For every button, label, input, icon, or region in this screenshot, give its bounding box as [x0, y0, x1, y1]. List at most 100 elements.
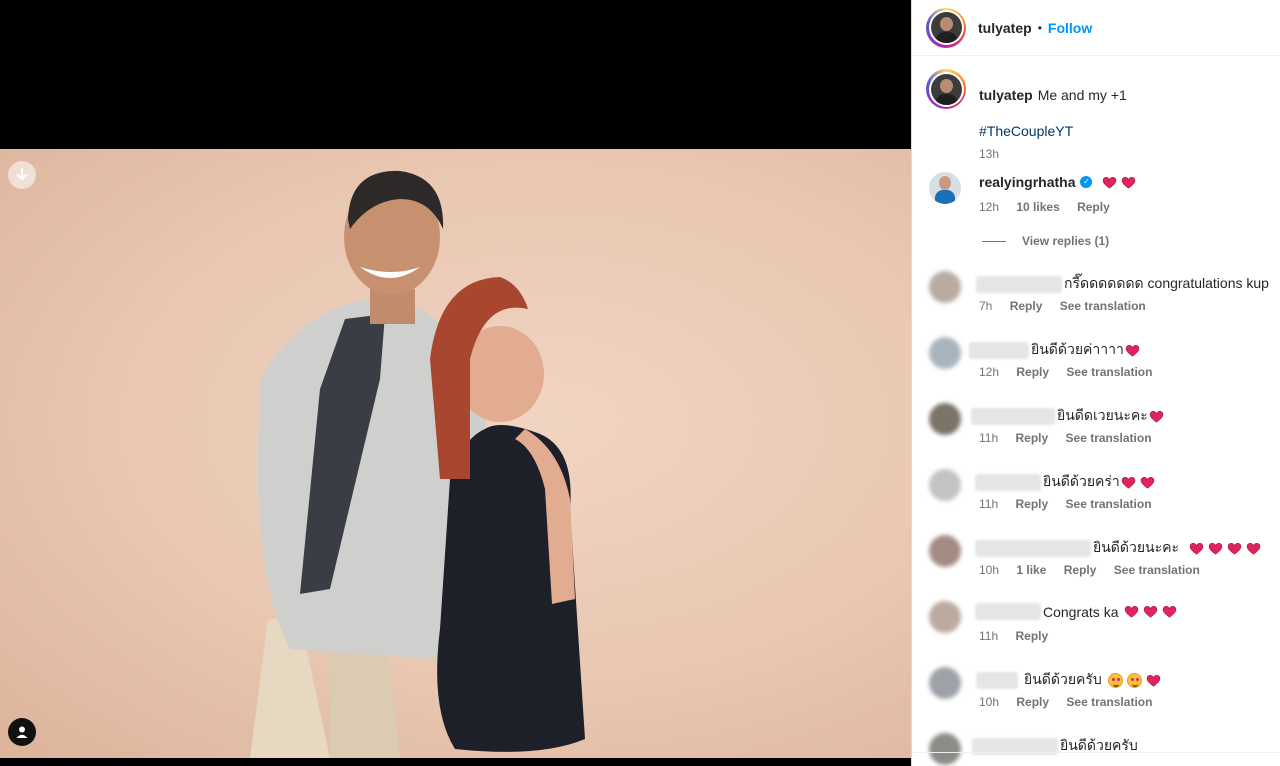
replies-line: [982, 240, 1006, 242]
comment-meta: 10h 1 like Reply See translation: [979, 563, 1214, 577]
commenter-avatar[interactable]: [929, 403, 961, 435]
comment-item: ยินดีด้วยค่าาาา 12h Reply See translatio…: [912, 337, 1280, 399]
see-translation-button[interactable]: See translation: [1114, 563, 1200, 577]
commenter-username[interactable]: [976, 275, 1062, 293]
caption-author-avatar[interactable]: [926, 69, 966, 109]
commenter-avatar[interactable]: [929, 667, 961, 699]
comment-likes-count[interactable]: 1 like: [1016, 563, 1046, 577]
commenter-username[interactable]: [975, 473, 1041, 491]
commenter-username[interactable]: [969, 341, 1029, 359]
comment-meta: 11h Reply See translation: [979, 497, 1166, 511]
red-heart-emoji-icon: [1140, 476, 1155, 488]
comment-meta: 7h Reply See translation: [979, 299, 1160, 313]
featured-comment: realyingrhatha ✓ 12h 10 likes Reply: [912, 172, 1280, 234]
comment-item: ยินดีด้วยคร่า 11h Reply See translation: [912, 469, 1280, 531]
commenter-avatar[interactable]: [929, 601, 961, 633]
reply-button[interactable]: Reply: [1015, 431, 1048, 445]
red-heart-emoji-icon: [1208, 542, 1223, 554]
red-heart-emoji-icon: [1125, 344, 1140, 356]
comment-item: ยินดีด้วยครับ 10h Reply See translation: [912, 667, 1280, 729]
red-heart-emoji-icon: [1163, 606, 1177, 618]
user-icon: [16, 726, 28, 738]
red-heart-emoji-icon: [1246, 542, 1261, 554]
red-heart-emoji-icon: [1149, 410, 1164, 422]
reply-button[interactable]: Reply: [1064, 563, 1097, 577]
commenter-username[interactable]: realyingrhatha: [979, 174, 1075, 190]
comment-timestamp[interactable]: 11h: [979, 431, 998, 445]
see-translation-button[interactable]: See translation: [1066, 497, 1152, 511]
comment-timestamp[interactable]: 11h: [979, 497, 998, 511]
comment-text: ยินดีด้วยครับ: [1024, 671, 1102, 687]
comment-meta: 12h 10 likes Reply: [979, 200, 1124, 214]
commenter-avatar[interactable]: [929, 172, 961, 204]
comment-timestamp[interactable]: 10h: [979, 695, 999, 709]
view-replies-label: View replies (1): [1022, 234, 1110, 248]
comment-meta: 10h Reply See translation: [979, 695, 1166, 709]
comment-timestamp[interactable]: 11h: [979, 629, 998, 643]
comment-text: ยินดีดเวยนะคะ: [1057, 407, 1148, 423]
red-heart-emoji-icon: [1122, 176, 1136, 188]
caption-text: tulyatep Me and my +1: [979, 87, 1127, 103]
commenter-avatar[interactable]: [929, 535, 961, 567]
comment-item: ยินดีดเวยนะคะ 11h Reply See translation: [912, 403, 1280, 465]
reply-button[interactable]: Reply: [1077, 200, 1110, 214]
comment-timestamp[interactable]: 12h: [979, 365, 999, 379]
actions-divider: [912, 752, 1280, 753]
author-avatar[interactable]: [926, 7, 966, 48]
reply-button[interactable]: Reply: [1015, 497, 1048, 511]
comment-timestamp[interactable]: 10h: [979, 563, 999, 577]
comment-meta: 11h Reply See translation: [979, 431, 1166, 445]
comment-timestamp[interactable]: 7h: [979, 299, 992, 313]
red-heart-emoji-icon: [1103, 176, 1117, 188]
commenter-username[interactable]: [975, 603, 1041, 620]
comment-meta: 12h Reply See translation: [979, 365, 1166, 379]
reply-button[interactable]: Reply: [1010, 299, 1043, 313]
view-replies-button[interactable]: View replies (1): [982, 234, 1109, 248]
red-heart-emoji-icon: [1227, 542, 1242, 554]
comments-list[interactable]: tulyatep Me and my +1 #TheCoupleYT 13h re…: [912, 57, 1280, 766]
comment-item: กรี๊ดดดดดดด congratulations kup 7h Reply…: [912, 271, 1280, 333]
comment-item: Congrats ka 11h Reply: [912, 601, 1280, 663]
commenter-avatar[interactable]: [929, 337, 961, 369]
caption-timestamp[interactable]: 13h: [979, 147, 999, 161]
follow-button[interactable]: Follow: [1048, 20, 1092, 36]
comment-text: Congrats ka: [1043, 603, 1119, 620]
reply-button[interactable]: Reply: [1016, 365, 1049, 379]
reply-button[interactable]: Reply: [1016, 695, 1049, 709]
separator-dot: •: [1037, 20, 1042, 35]
see-translation-button[interactable]: See translation: [1066, 695, 1152, 709]
smiling-face-with-hearts-icon: [1107, 672, 1123, 688]
comment-meta: 11h Reply: [979, 629, 1062, 643]
see-translation-button[interactable]: See translation: [1066, 431, 1152, 445]
red-heart-emoji-icon: [1121, 476, 1136, 488]
couple-photo-illustration: [250, 170, 585, 758]
comment-text: กรี๊ดดดดดดด congratulations kup: [1064, 275, 1269, 291]
caption-username[interactable]: tulyatep: [979, 87, 1033, 103]
author-username[interactable]: tulyatep: [978, 20, 1032, 36]
see-translation-button[interactable]: See translation: [1066, 365, 1152, 379]
smiling-face-with-hearts-icon: [1126, 672, 1142, 688]
download-button[interactable]: [8, 161, 36, 189]
tagged-users-button[interactable]: [8, 718, 36, 746]
commenter-username[interactable]: [976, 671, 1018, 689]
commenter-avatar[interactable]: [929, 271, 961, 303]
commenter-username[interactable]: [971, 407, 1055, 425]
commenter-avatar[interactable]: [929, 469, 961, 501]
post-side-panel: tulyatep • Follow tulyatep Me and my +1 #…: [911, 0, 1280, 766]
comment-likes-count[interactable]: 10 likes: [1016, 200, 1059, 214]
verified-badge-icon: ✓: [1080, 176, 1093, 188]
comment-text: ยินดีด้วยครับ: [1060, 737, 1138, 753]
comment-text: ยินดีด้วยคร่า: [1043, 473, 1120, 489]
reply-button[interactable]: Reply: [1015, 629, 1048, 643]
red-heart-emoji-icon: [1146, 674, 1161, 686]
comment-timestamp[interactable]: 12h: [979, 200, 999, 214]
red-heart-emoji-icon: [1125, 606, 1139, 618]
comment-item: ยินดีด้วยครับ: [912, 733, 1280, 766]
post-header: tulyatep • Follow: [912, 0, 1280, 56]
see-translation-button[interactable]: See translation: [1060, 299, 1146, 313]
post-photo[interactable]: [0, 149, 911, 758]
commenter-username[interactable]: [975, 539, 1091, 557]
commenter-avatar[interactable]: [929, 733, 961, 765]
post-media: [0, 0, 911, 766]
hashtag-link[interactable]: #TheCoupleYT: [979, 123, 1073, 139]
